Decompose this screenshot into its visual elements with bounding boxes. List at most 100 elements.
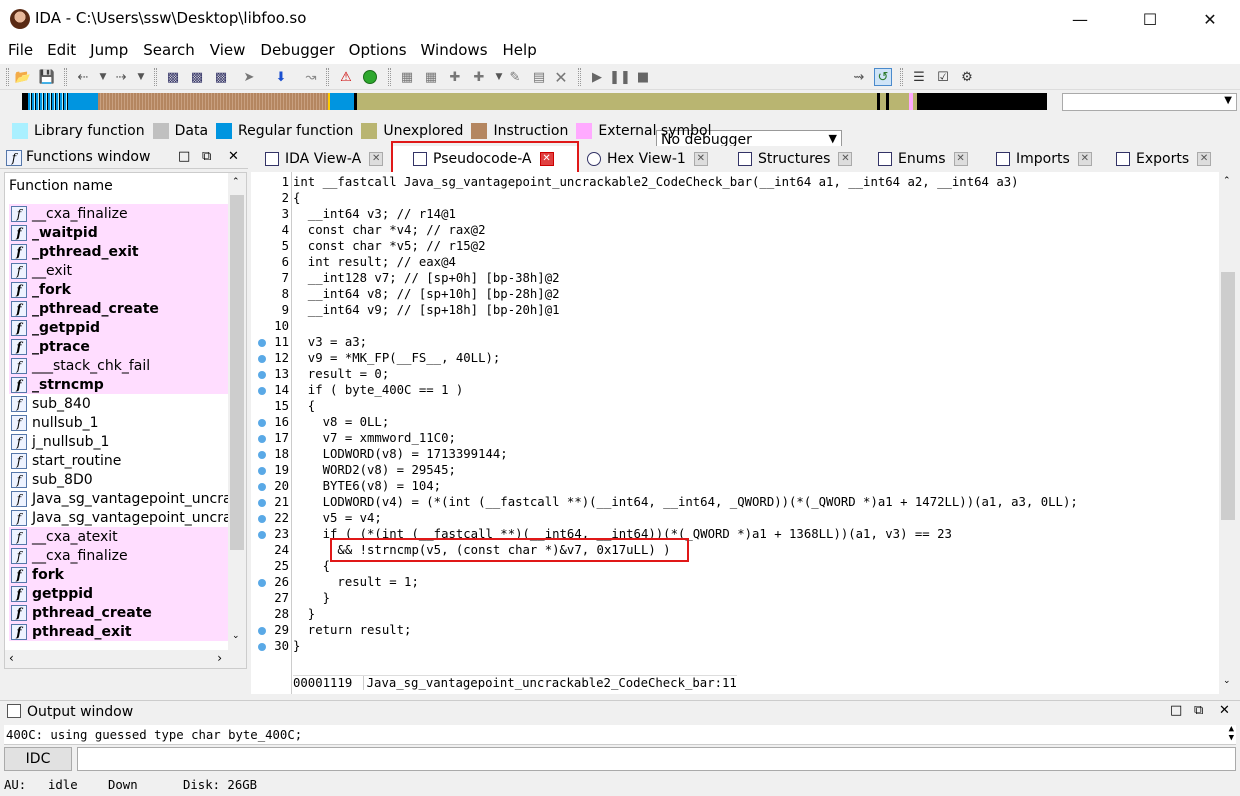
close-icon[interactable]: ✕: [228, 149, 239, 164]
close-button[interactable]: ✕: [1187, 0, 1233, 38]
code-line[interactable]: 22 v5 = v4;: [251, 510, 1219, 526]
code-line[interactable]: 21 LODWORD(v4) = (*(int (__fastcall **)(…: [251, 494, 1219, 510]
maximize-button[interactable]: ☐: [1127, 0, 1173, 38]
chevron-up-icon[interactable]: ⌃: [232, 177, 240, 187]
toolbar-grip[interactable]: [388, 68, 391, 86]
function-list-item[interactable]: f __exit: [9, 261, 231, 280]
code-line[interactable]: 29 return result;: [251, 622, 1219, 638]
chevron-right-icon[interactable]: ›: [217, 651, 222, 665]
close-icon[interactable]: ✕: [838, 152, 853, 166]
search-text-icon[interactable]: ▩: [188, 68, 206, 86]
code-line[interactable]: 12 v9 = *MK_FP(__FS__, 40LL);: [251, 350, 1219, 366]
function-list-item[interactable]: f ___stack_chk_fail: [9, 356, 231, 375]
toolbar-grip[interactable]: [900, 68, 903, 86]
tab-enums[interactable]: Enums ✕: [878, 146, 968, 172]
function-list-item[interactable]: f _pthread_create: [9, 299, 231, 318]
attach-icon[interactable]: ⇝: [850, 68, 868, 86]
restore-icon[interactable]: □: [1170, 703, 1182, 718]
menu-search[interactable]: Search: [143, 38, 195, 64]
navigation-band[interactable]: [22, 93, 1052, 110]
close-icon[interactable]: ✕: [1219, 703, 1230, 718]
chevron-left-icon[interactable]: ‹: [9, 651, 14, 665]
checklist-icon[interactable]: ☑: [934, 68, 952, 86]
function-list-item[interactable]: f sub_8D0: [9, 470, 231, 489]
function-list-item[interactable]: f _pthread_exit: [9, 242, 231, 261]
open-icon[interactable]: 📂: [14, 68, 32, 86]
function-list-item[interactable]: f sub_840: [9, 394, 231, 413]
close-icon[interactable]: ✕: [369, 152, 384, 166]
forward-arrow-icon[interactable]: ⇢: [112, 68, 130, 86]
toolbar-grip[interactable]: [326, 68, 329, 86]
menu-jump[interactable]: Jump: [90, 38, 128, 64]
add-icon[interactable]: ✚: [446, 68, 464, 86]
code-line[interactable]: 14 if ( byte_400C == 1 ): [251, 382, 1219, 398]
code-line[interactable]: 26 result = 1;: [251, 574, 1219, 590]
function-list-item[interactable]: f start_routine: [9, 451, 231, 470]
breakpoint-icon[interactable]: ⚙: [958, 68, 976, 86]
function-list-item[interactable]: f __cxa_finalize: [9, 546, 231, 565]
code-line[interactable]: 6 int result; // eax@4: [251, 254, 1219, 270]
patch-icon[interactable]: ▤: [530, 68, 548, 86]
code-line[interactable]: 15 {: [251, 398, 1219, 414]
idc-command-input[interactable]: [77, 747, 1236, 771]
back-arrow-icon[interactable]: ⇠: [74, 68, 92, 86]
menu-debugger[interactable]: Debugger: [260, 38, 334, 64]
toolbar-grip[interactable]: [154, 68, 157, 86]
tab-structures[interactable]: Structures ✕: [738, 146, 853, 172]
close-icon[interactable]: ✕: [1197, 152, 1212, 166]
function-list-item[interactable]: f getppid: [9, 584, 231, 603]
function-list-item[interactable]: f fork: [9, 565, 231, 584]
code-line[interactable]: 20 BYTE6(v8) = 104;: [251, 478, 1219, 494]
edit-icon[interactable]: ✎: [506, 68, 524, 86]
restore-icon[interactable]: □: [178, 149, 190, 164]
code-line[interactable]: 8 __int64 v8; // [sp+10h] [bp-28h]@2: [251, 286, 1219, 302]
function-list-item[interactable]: f _ptrace: [9, 337, 231, 356]
code-line[interactable]: 13 result = 0;: [251, 366, 1219, 382]
save-icon[interactable]: 💾: [38, 68, 56, 86]
function-list-item[interactable]: f Java_sg_vantagepoint_uncrac: [9, 489, 231, 508]
menu-help[interactable]: Help: [503, 38, 537, 64]
stop-icon[interactable]: ■: [634, 68, 652, 86]
process-icon[interactable]: ↺: [874, 68, 892, 86]
code-line[interactable]: 3 __int64 v3; // r14@1: [251, 206, 1219, 222]
down-arrow-icon[interactable]: ⬇: [272, 68, 290, 86]
pseudocode-view[interactable]: 1 int __fastcall Java_sg_vantagepoint_unc…: [251, 172, 1219, 694]
warning-icon[interactable]: ⚠: [337, 68, 355, 86]
pause-icon[interactable]: ❚❚: [609, 68, 631, 86]
code-line[interactable]: 7 __int128 v7; // [sp+0h] [bp-38h]@2: [251, 270, 1219, 286]
function-list-item[interactable]: f __cxa_finalize: [9, 204, 231, 223]
vertical-scrollbar[interactable]: ⌃ ⌄: [228, 173, 246, 668]
close-icon[interactable]: ✕: [953, 152, 968, 166]
struct-icon[interactable]: ▦: [422, 68, 440, 86]
code-line[interactable]: 10: [251, 318, 1219, 334]
scrollbar-thumb[interactable]: [230, 195, 244, 550]
chevron-up-icon[interactable]: ⌃: [1223, 176, 1231, 186]
chevron-down-icon[interactable]: ▼: [132, 68, 150, 86]
function-list-item[interactable]: f nullsub_1: [9, 413, 231, 432]
jump-icon[interactable]: ➤: [240, 68, 258, 86]
toolbar-grip[interactable]: [578, 68, 581, 86]
menu-view[interactable]: View: [210, 38, 246, 64]
code-line[interactable]: 16 v8 = 0LL;: [251, 414, 1219, 430]
run-analysis-icon[interactable]: [361, 68, 379, 86]
code-line[interactable]: 17 v7 = xmmword_11C0;: [251, 430, 1219, 446]
search-binary-icon[interactable]: ▩: [212, 68, 230, 86]
chevron-down-icon[interactable]: ⌄: [1223, 676, 1231, 686]
chevron-down-icon[interactable]: ▼: [94, 68, 112, 86]
binoculars-icon[interactable]: ▩: [164, 68, 182, 86]
code-line[interactable]: 30}: [251, 638, 1219, 654]
plus-icon[interactable]: ✚: [470, 68, 488, 86]
play-icon[interactable]: ▶: [588, 68, 606, 86]
code-vertical-scrollbar[interactable]: ⌃ ⌄: [1219, 172, 1237, 694]
horizontal-scrollbar[interactable]: ‹ ›: [5, 650, 246, 668]
idc-button[interactable]: IDC: [4, 747, 72, 771]
delete-icon[interactable]: ✕: [552, 68, 570, 87]
function-list-item[interactable]: f Java_sg_vantagepoint_uncrac: [9, 508, 231, 527]
code-line[interactable]: 5 const char *v5; // r15@2: [251, 238, 1219, 254]
function-list-item[interactable]: f j_nullsub_1: [9, 432, 231, 451]
chevron-down-icon[interactable]: ⌄: [232, 631, 240, 641]
code-line[interactable]: 27 }: [251, 590, 1219, 606]
output-scroll-arrows[interactable]: ▲ ▼: [1229, 725, 1234, 743]
toolbar-grip[interactable]: [6, 68, 9, 86]
xref-icon[interactable]: ↝: [302, 68, 320, 86]
